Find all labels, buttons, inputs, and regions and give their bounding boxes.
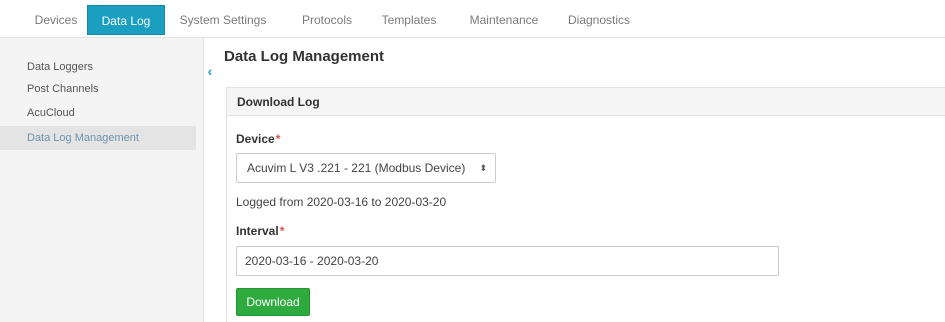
logged-range-text: Logged from 2020-03-16 to 2020-03-20 — [236, 195, 447, 209]
device-label-text: Device — [236, 132, 275, 146]
download-button[interactable]: Download — [236, 288, 310, 316]
required-marker: * — [275, 132, 281, 146]
interval-label: Interval* — [236, 224, 284, 238]
tab-system-settings[interactable]: System Settings — [172, 5, 274, 35]
tab-devices[interactable]: Devices — [26, 5, 86, 35]
sidebar-item-acucloud[interactable]: AcuCloud — [0, 101, 196, 125]
tab-data-log[interactable]: Data Log — [87, 5, 165, 35]
device-label: Device* — [236, 132, 280, 146]
sidebar: Data Loggers Post Channels AcuCloud Data… — [0, 38, 204, 322]
chevron-left-icon[interactable]: ‹ — [203, 63, 217, 79]
tab-protocols[interactable]: Protocols — [292, 5, 362, 35]
page-title: Data Log Management — [224, 48, 385, 65]
interval-date-range-input[interactable] — [236, 246, 779, 276]
top-navigation: Devices Data Log System Settings Protoco… — [0, 0, 945, 38]
panel-heading: Download Log — [227, 88, 945, 116]
sidebar-item-post-channels[interactable]: Post Channels — [0, 77, 196, 101]
tab-templates[interactable]: Templates — [374, 5, 444, 35]
select-arrows-icon: ⬍ — [479, 163, 487, 173]
interval-label-text: Interval — [236, 224, 279, 238]
sidebar-item-data-loggers[interactable]: Data Loggers — [0, 55, 196, 79]
sidebar-item-data-log-management[interactable]: Data Log Management — [0, 126, 196, 150]
required-marker: * — [279, 224, 285, 238]
tab-maintenance[interactable]: Maintenance — [458, 5, 550, 35]
device-select[interactable]: Acuvim L V3 .221 - 221 (Modbus Device) ⬍ — [236, 153, 496, 183]
tab-diagnostics[interactable]: Diagnostics — [560, 5, 638, 35]
device-select-value: Acuvim L V3 .221 - 221 (Modbus Device) — [247, 161, 466, 175]
